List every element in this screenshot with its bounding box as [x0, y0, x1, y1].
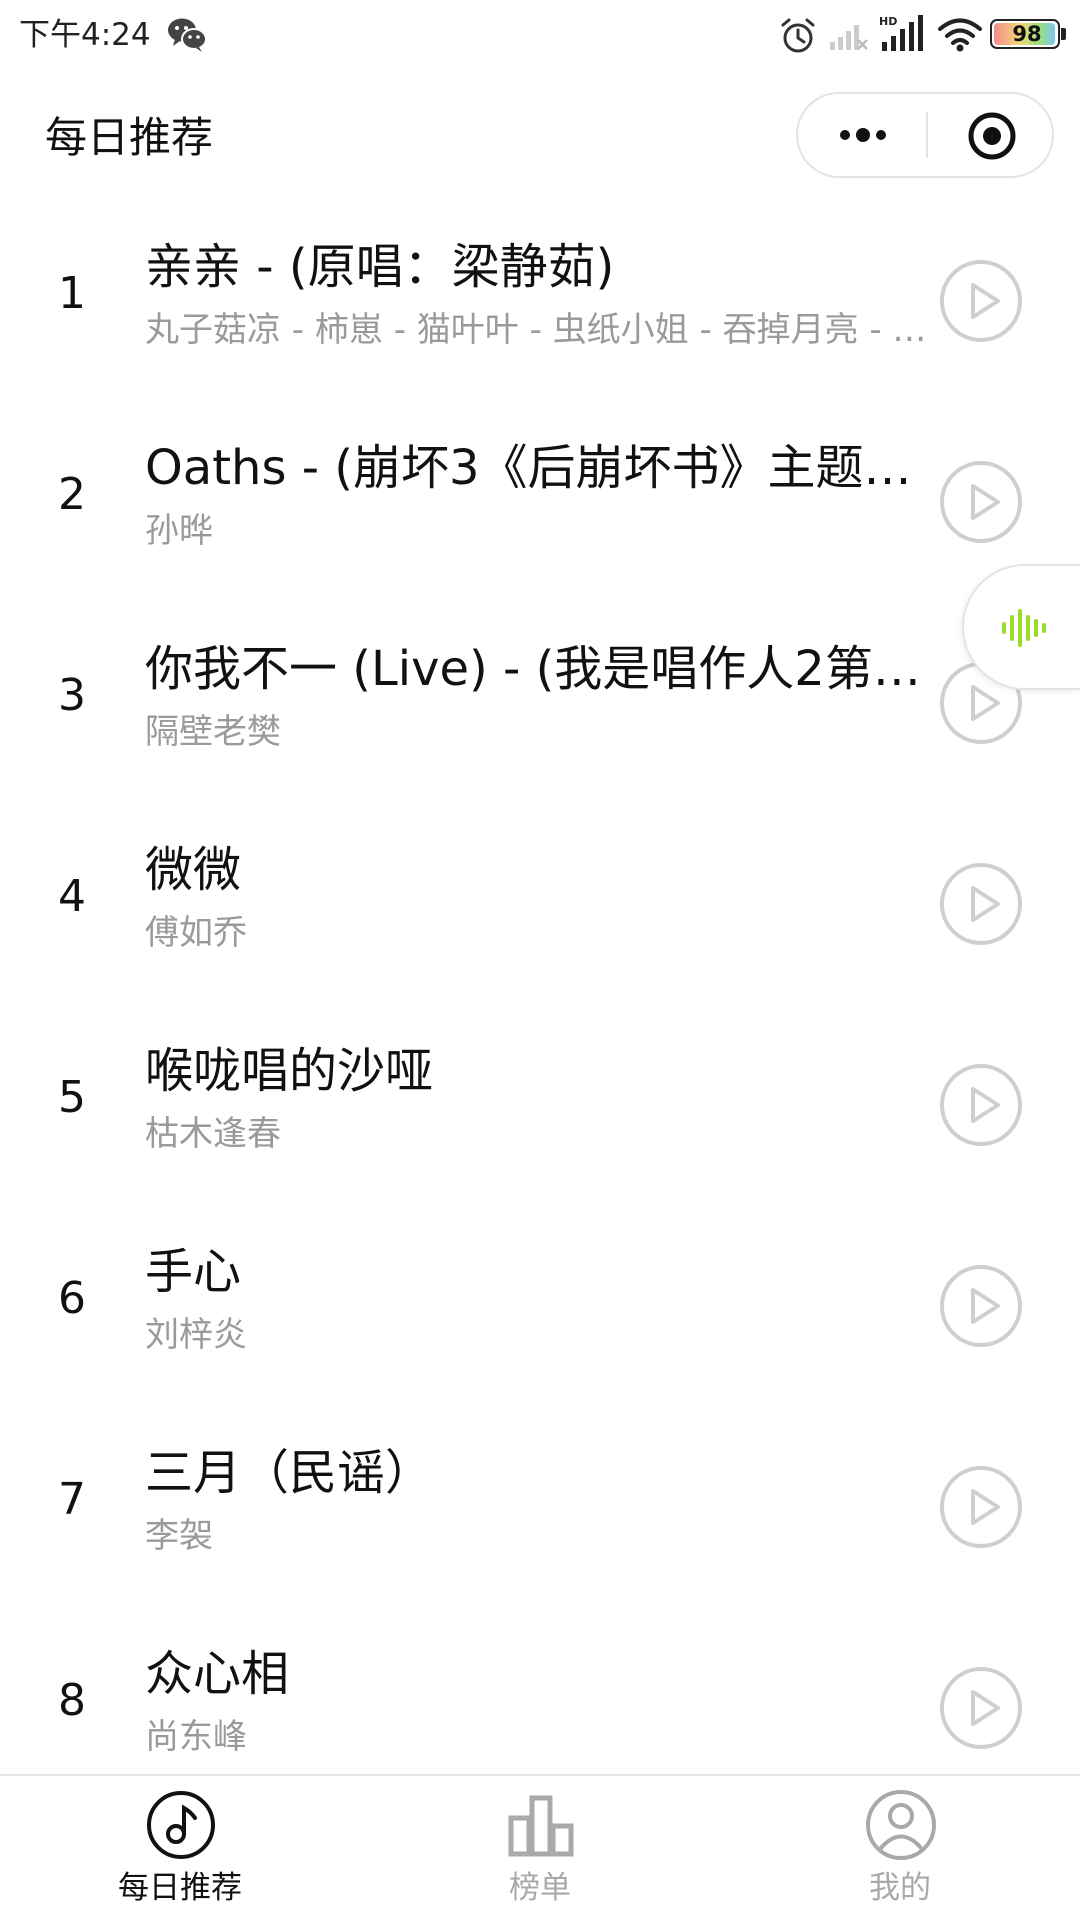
tab-bar: 每日推荐 榜单 我的 [0, 1774, 1080, 1920]
song-title[interactable]: 你我不一 (Live) - (我是唱作人2第… [145, 636, 935, 702]
page-title: 每日推荐 [45, 113, 214, 162]
battery-cap [1061, 28, 1066, 40]
song-list: 1 亲亲 - (原唱：梁静茹) 丸子菇凉 - 柿崽 - 猫叶叶 - 虫纸小姐 -… [0, 200, 1080, 1772]
capsule-divider [926, 112, 928, 158]
song-artist: 孙晔 [145, 511, 213, 551]
song-title[interactable]: Oaths - (崩坏3《后崩坏书》主题… [145, 435, 935, 501]
wifi-icon [938, 18, 982, 52]
tab-label: 榜单 [509, 1870, 571, 1906]
status-bar: 下午4:24 HD 98 [0, 0, 1080, 72]
target-circle-icon [968, 112, 1016, 160]
tab-label: 我的 [869, 1870, 931, 1906]
sound-wave-icon [1002, 609, 1046, 647]
song-title[interactable]: 众心相 [145, 1641, 935, 1707]
play-button[interactable] [938, 1665, 1024, 1751]
tab-mine[interactable]: 我的 [720, 1776, 1080, 1920]
play-button[interactable] [938, 258, 1024, 344]
song-artist: 隔壁老樊 [145, 712, 281, 752]
song-title[interactable]: 微微 [145, 837, 935, 903]
tab-label: 每日推荐 [118, 1870, 242, 1906]
battery-indicator: 98 [990, 19, 1072, 53]
wechat-icon [166, 15, 208, 55]
more-dots-icon [840, 128, 886, 142]
song-rank: 7 [58, 1474, 86, 1525]
play-button[interactable] [938, 1464, 1024, 1550]
song-rank: 6 [58, 1273, 86, 1324]
song-rank: 3 [58, 670, 86, 721]
song-rank: 2 [58, 469, 86, 520]
play-button[interactable] [938, 1263, 1024, 1349]
status-time: 下午4:24 [19, 17, 151, 53]
song-row[interactable]: 1 亲亲 - (原唱：梁静茹) 丸子菇凉 - 柿崽 - 猫叶叶 - 虫纸小姐 -… [0, 200, 1080, 401]
audio-playing-badge[interactable] [962, 564, 1080, 690]
song-artist: 李袈 [145, 1516, 213, 1556]
song-artist: 尚东峰 [145, 1717, 247, 1757]
song-title[interactable]: 手心 [145, 1239, 935, 1305]
song-artist: 刘梓炎 [145, 1315, 247, 1355]
play-icon [940, 260, 1022, 342]
close-program-button[interactable] [966, 110, 1018, 162]
play-icon [940, 1064, 1022, 1146]
song-title[interactable]: 喉咙唱的沙哑 [145, 1038, 935, 1104]
music-note-icon [147, 1791, 215, 1859]
song-row[interactable]: 3 你我不一 (Live) - (我是唱作人2第… 隔壁老樊 [0, 602, 1080, 803]
play-icon [940, 461, 1022, 543]
more-options-button[interactable] [828, 106, 898, 164]
song-artist: 丸子菇凉 - 柿崽 - 猫叶叶 - 虫纸小姐 - 吞掉月亮 - … [145, 310, 927, 350]
song-row[interactable]: 7 三月（民谣） 李袈 [0, 1406, 1080, 1607]
play-button[interactable] [938, 459, 1024, 545]
signal-weak-icon [828, 20, 870, 52]
song-artist: 傅如乔 [145, 913, 247, 953]
play-icon [940, 1466, 1022, 1548]
play-icon [940, 863, 1022, 945]
play-icon [940, 1667, 1022, 1749]
tab-daily-recommend[interactable]: 每日推荐 [0, 1776, 360, 1920]
song-row[interactable]: 5 喉咙唱的沙哑 枯木逢春 [0, 1004, 1080, 1205]
song-row[interactable]: 8 众心相 尚东峰 [0, 1607, 1080, 1772]
user-icon [866, 1790, 936, 1860]
mini-program-capsule [796, 92, 1054, 178]
song-row[interactable]: 4 微微 傅如乔 [0, 803, 1080, 1004]
song-rank: 4 [58, 871, 86, 922]
battery-icon: 98 [990, 19, 1060, 49]
song-row[interactable]: 2 Oaths - (崩坏3《后崩坏书》主题… 孙晔 [0, 401, 1080, 602]
song-artist: 枯木逢春 [145, 1114, 281, 1154]
song-title[interactable]: 三月（民谣） [145, 1440, 935, 1506]
signal-hd-icon: HD [878, 14, 926, 52]
song-rank: 1 [58, 268, 86, 319]
play-button[interactable] [938, 1062, 1024, 1148]
battery-level: 98 [1012, 22, 1042, 46]
chart-icon [508, 1795, 574, 1857]
play-button[interactable] [938, 861, 1024, 947]
song-title[interactable]: 亲亲 - (原唱：梁静茹) [145, 234, 935, 300]
svg-text:HD: HD [879, 15, 897, 28]
page: 下午4:24 HD 98 每日推荐 1 亲亲 - (原唱：梁静茹) 丸子菇凉 -… [0, 0, 1080, 1920]
play-icon [940, 1265, 1022, 1347]
song-rank: 8 [58, 1675, 86, 1726]
alarm-icon [778, 16, 818, 56]
tab-charts[interactable]: 榜单 [360, 1776, 720, 1920]
song-row[interactable]: 6 手心 刘梓炎 [0, 1205, 1080, 1406]
song-rank: 5 [58, 1072, 86, 1123]
